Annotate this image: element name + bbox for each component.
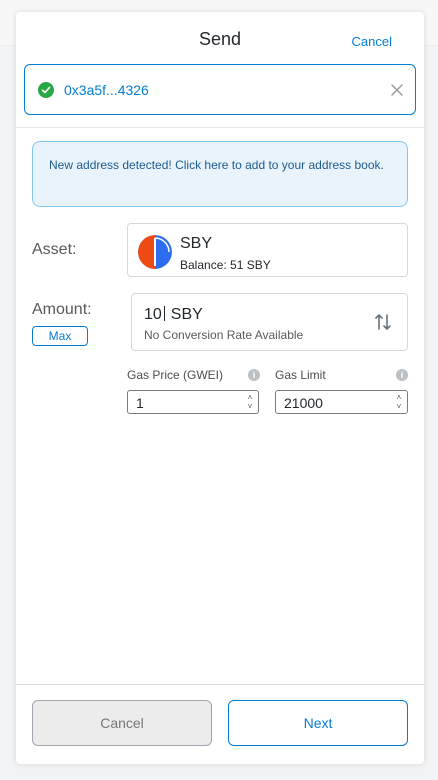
amount-unit: SBY xyxy=(170,306,203,323)
next-button[interactable]: Next xyxy=(228,700,408,746)
gas-limit-stepper[interactable]: ˄ ˅ xyxy=(394,393,404,411)
cancel-button[interactable]: Cancel xyxy=(32,700,212,746)
check-circle-icon xyxy=(38,82,54,98)
asset-symbol: SBY xyxy=(180,235,213,252)
info-icon[interactable]: i xyxy=(396,369,408,381)
header-divider xyxy=(16,127,424,128)
gas-limit-value: 21000 xyxy=(284,395,323,411)
max-button[interactable]: Max xyxy=(32,326,88,346)
amount-value-row: 10 SBY xyxy=(144,306,203,324)
sby-token-icon xyxy=(138,235,172,269)
conversion-rate-text: No Conversion Rate Available xyxy=(144,328,304,342)
page-header: Send Cancel xyxy=(16,12,424,62)
gas-limit-input[interactable]: 21000 ˄ ˅ xyxy=(275,390,408,414)
swap-arrows-icon[interactable] xyxy=(374,312,392,332)
send-panel: Send Cancel 0x3a5f...4326 New address de… xyxy=(16,12,424,764)
gas-price-value: 1 xyxy=(136,395,144,411)
gas-price-input[interactable]: 1 ˄ ˅ xyxy=(127,390,259,414)
gas-price-stepper[interactable]: ˄ ˅ xyxy=(245,393,255,411)
gas-price-label: Gas Price (GWEI) xyxy=(127,368,224,382)
amount-label: Amount: xyxy=(32,301,92,318)
text-caret xyxy=(163,306,165,321)
asset-label: Asset: xyxy=(32,241,77,258)
asset-balance: Balance: 51 SBY xyxy=(180,258,271,272)
recipient-address-field[interactable]: 0x3a5f...4326 xyxy=(24,64,416,115)
asset-selector[interactable]: SBY Balance: 51 SBY xyxy=(127,223,408,277)
amount-input[interactable]: 10 SBY No Conversion Rate Available xyxy=(131,293,408,351)
close-icon[interactable] xyxy=(389,82,405,98)
footer-divider xyxy=(16,684,424,685)
info-icon[interactable]: i xyxy=(248,369,260,381)
new-address-notice[interactable]: New address detected! Click here to add … xyxy=(32,141,408,207)
recipient-address-text: 0x3a5f...4326 xyxy=(64,82,149,98)
amount-value: 10 xyxy=(144,306,162,323)
gas-limit-label: Gas Limit xyxy=(275,368,326,382)
header-cancel-link[interactable]: Cancel xyxy=(352,34,392,49)
